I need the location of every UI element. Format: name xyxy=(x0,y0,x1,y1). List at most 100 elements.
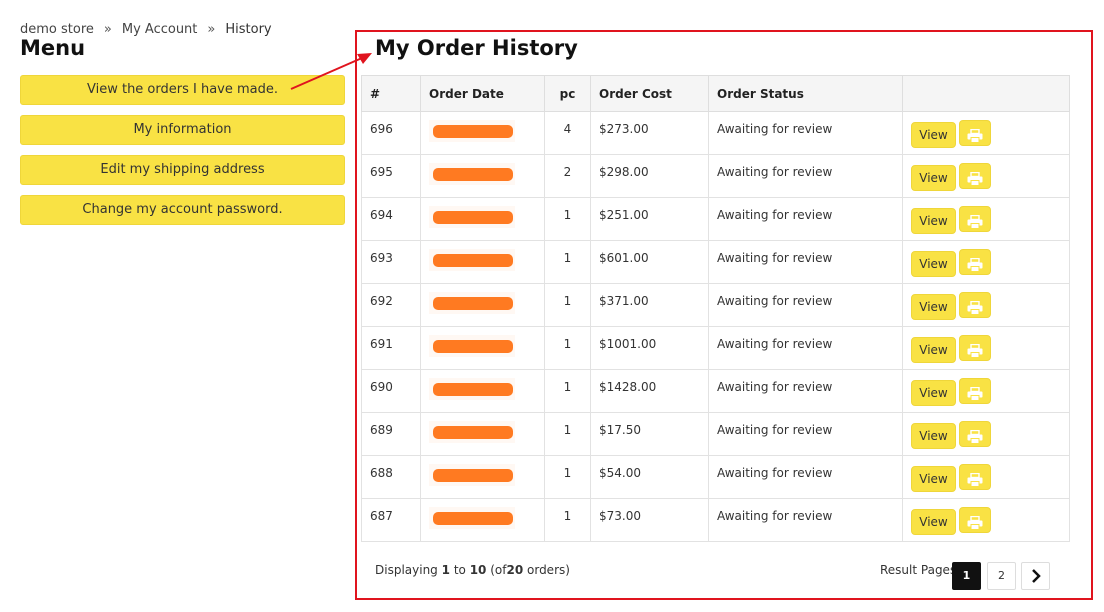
order-pc-cell: 1 xyxy=(544,326,591,370)
column-header-id: # xyxy=(361,75,421,112)
table-row: 695 2 $298.00 Awaiting for review View xyxy=(361,154,1070,198)
order-actions-cell: View xyxy=(902,326,1070,370)
order-cost-cell: $1001.00 xyxy=(590,326,709,370)
order-date-cell xyxy=(420,240,545,284)
order-pc-cell: 2 xyxy=(544,154,591,198)
print-order-button[interactable] xyxy=(959,206,991,232)
order-id: 696 xyxy=(370,122,393,136)
order-date-cell xyxy=(420,154,545,198)
summary-of-suffix: orders) xyxy=(527,563,570,577)
order-actions-cell: View xyxy=(902,197,1070,241)
order-status: Awaiting for review xyxy=(717,165,833,179)
order-cost-cell: $73.00 xyxy=(590,498,709,542)
redacted-date xyxy=(429,421,515,443)
redacted-date xyxy=(429,120,515,142)
order-pc: 4 xyxy=(563,122,572,136)
next-page-button[interactable] xyxy=(1021,562,1050,590)
chevron-right-icon xyxy=(1031,569,1041,583)
view-order-button[interactable]: View xyxy=(911,122,956,148)
result-pages-label: Result Pages: xyxy=(880,563,961,577)
order-status: Awaiting for review xyxy=(717,294,833,308)
redacted-date xyxy=(429,335,515,357)
order-cost-cell: $251.00 xyxy=(590,197,709,241)
page-button-1[interactable]: 1 xyxy=(952,562,981,590)
printer-icon xyxy=(967,515,983,530)
table-row: 689 1 $17.50 Awaiting for review View xyxy=(361,412,1070,456)
print-order-button[interactable] xyxy=(959,507,991,533)
order-pc-cell: 4 xyxy=(544,111,591,155)
view-order-button[interactable]: View xyxy=(911,380,956,406)
order-cost: $251.00 xyxy=(599,208,649,222)
table-row: 693 1 $601.00 Awaiting for review View xyxy=(361,240,1070,284)
printer-icon xyxy=(967,386,983,401)
summary-prefix: Displaying xyxy=(375,563,438,577)
order-pc-cell: 1 xyxy=(544,455,591,499)
order-pc: 1 xyxy=(563,509,572,523)
order-cost: $73.00 xyxy=(599,509,641,523)
view-order-button[interactable]: View xyxy=(911,423,956,449)
view-order-button[interactable]: View xyxy=(911,466,956,492)
order-date-cell xyxy=(420,498,545,542)
order-cost-cell: $17.50 xyxy=(590,412,709,456)
order-id-cell: 691 xyxy=(361,326,421,370)
print-order-button[interactable] xyxy=(959,120,991,146)
order-id-cell: 692 xyxy=(361,283,421,327)
printer-icon xyxy=(967,171,983,186)
table-row: 692 1 $371.00 Awaiting for review View xyxy=(361,283,1070,327)
view-order-button[interactable]: View xyxy=(911,337,956,363)
order-pc: 1 xyxy=(563,251,572,265)
column-header-pc: pc xyxy=(544,75,591,112)
order-cost: $17.50 xyxy=(599,423,641,437)
printer-icon xyxy=(967,214,983,229)
order-status: Awaiting for review xyxy=(717,380,833,394)
order-id-cell: 694 xyxy=(361,197,421,241)
print-order-button[interactable] xyxy=(959,335,991,361)
order-actions-cell: View xyxy=(902,283,1070,327)
pagination-summary: Displaying 1 to 10 (of20 orders) xyxy=(375,563,570,577)
summary-total: 20 xyxy=(506,563,524,577)
order-pc: 1 xyxy=(563,466,572,480)
page-button-2[interactable]: 2 xyxy=(987,562,1016,590)
summary-to: 10 xyxy=(469,563,487,577)
order-status-cell: Awaiting for review xyxy=(708,197,903,241)
order-status-cell: Awaiting for review xyxy=(708,455,903,499)
order-cost-cell: $371.00 xyxy=(590,283,709,327)
order-id-cell: 687 xyxy=(361,498,421,542)
print-order-button[interactable] xyxy=(959,421,991,447)
print-order-button[interactable] xyxy=(959,464,991,490)
order-pc-cell: 1 xyxy=(544,240,591,284)
order-cost-cell: $601.00 xyxy=(590,240,709,284)
order-id: 690 xyxy=(370,380,393,394)
view-order-button[interactable]: View xyxy=(911,165,956,191)
order-id-cell: 695 xyxy=(361,154,421,198)
view-order-button[interactable]: View xyxy=(911,509,956,535)
order-actions-cell: View xyxy=(902,369,1070,413)
order-status-cell: Awaiting for review xyxy=(708,498,903,542)
order-actions-cell: View xyxy=(902,498,1070,542)
printer-icon xyxy=(967,257,983,272)
order-status-cell: Awaiting for review xyxy=(708,369,903,413)
print-order-button[interactable] xyxy=(959,292,991,318)
table-row: 690 1 $1428.00 Awaiting for review View xyxy=(361,369,1070,413)
print-order-button[interactable] xyxy=(959,249,991,275)
order-pc-cell: 1 xyxy=(544,197,591,241)
printer-icon xyxy=(967,343,983,358)
order-id: 694 xyxy=(370,208,393,222)
order-date-cell xyxy=(420,283,545,327)
view-order-button[interactable]: View xyxy=(911,251,956,277)
print-order-button[interactable] xyxy=(959,378,991,404)
order-id-cell: 696 xyxy=(361,111,421,155)
order-date-cell xyxy=(420,197,545,241)
print-order-button[interactable] xyxy=(959,163,991,189)
view-order-button[interactable]: View xyxy=(911,208,956,234)
printer-icon xyxy=(967,300,983,315)
view-order-button[interactable]: View xyxy=(911,294,956,320)
table-row: 694 1 $251.00 Awaiting for review View xyxy=(361,197,1070,241)
order-date-cell xyxy=(420,412,545,456)
order-date-cell xyxy=(420,111,545,155)
order-rows: 696 4 $273.00 Awaiting for review View 695 2 $2… xyxy=(361,111,1070,542)
order-actions-cell: View xyxy=(902,154,1070,198)
column-header-order-cost: Order Cost xyxy=(590,75,709,112)
order-pc: 2 xyxy=(563,165,572,179)
order-pc-cell: 1 xyxy=(544,283,591,327)
